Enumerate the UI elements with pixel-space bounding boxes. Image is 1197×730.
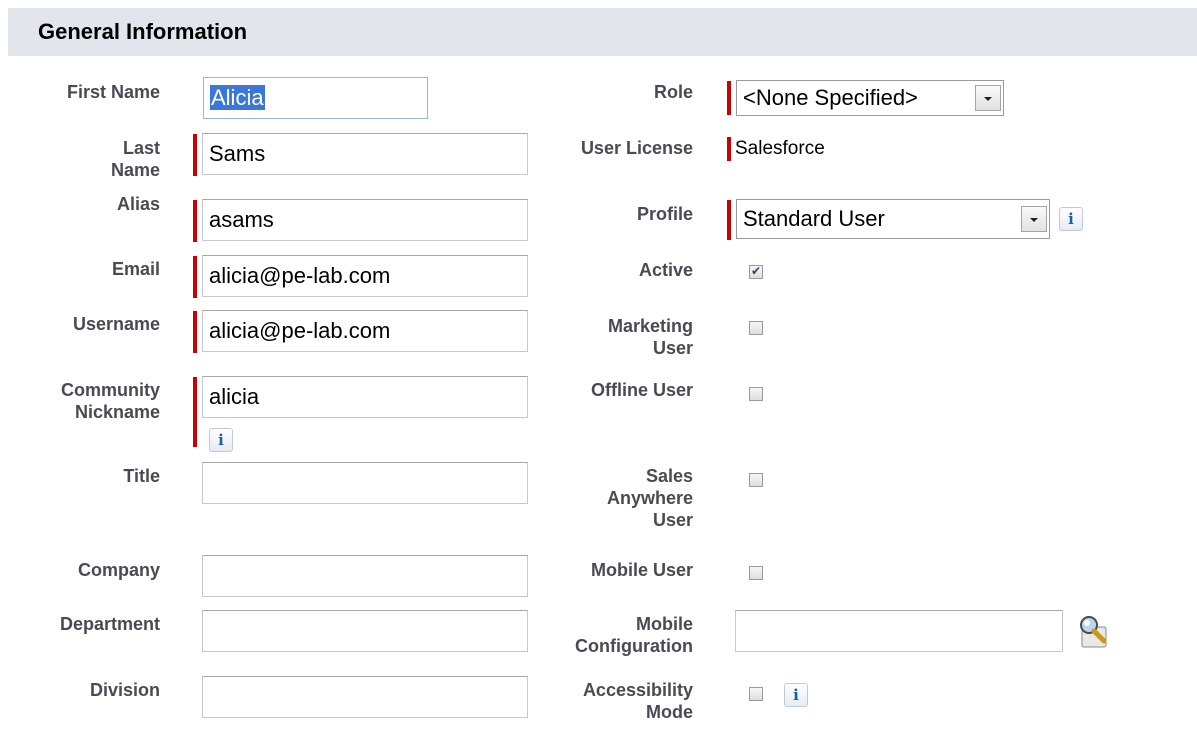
lookup-magnifier-icon[interactable] [1074,613,1114,649]
alias-input[interactable]: asams [202,199,528,241]
profile-select[interactable]: Standard User [736,199,1050,239]
sales-anywhere-user-label-line1: Sales [645,466,693,486]
required-indicator [193,377,197,447]
mobile-user-checkbox[interactable] [749,566,763,580]
sales-anywhere-user-label-line3: User [652,510,693,530]
username-input[interactable]: alicia@pe-lab.com [202,310,528,352]
username-label: Username [72,314,160,334]
community-nickname-input[interactable]: alicia [202,376,528,418]
active-label: Active [638,260,693,280]
first-name-input[interactable]: Alicia [203,77,428,119]
active-checkbox[interactable] [749,264,763,279]
marketing-user-label-line2: User [652,338,693,358]
sales-anywhere-user-label-line2: Anywhere [606,488,693,508]
sales-anywhere-user-label: Sales Anywhere User [607,465,693,531]
community-nickname-label-line2: Nickname [74,402,160,422]
marketing-user-label-line1: Marketing [607,316,693,336]
required-indicator [193,134,197,176]
community-nickname-label-line1: Community [61,380,160,400]
last-name-label-line1: Last [122,138,160,158]
offline-user-checkbox[interactable] [749,387,763,401]
profile-select-value: Standard User [743,206,885,231]
section-title: General Information [38,19,248,44]
mobile-configuration-label-line2: Configuration [575,636,693,656]
department-label: Department [59,614,160,634]
title-input[interactable] [202,462,528,504]
offline-user-label: Offline User [590,380,693,400]
email-label: Email [111,259,160,279]
company-label: Company [77,560,160,580]
required-indicator [193,311,197,353]
chevron-down-icon[interactable] [975,85,1001,111]
user-license-label: User License [580,138,693,158]
required-indicator [193,256,197,298]
first-name-value: Alicia [210,85,265,110]
mobile-user-label: Mobile User [590,560,693,580]
division-input[interactable] [202,676,528,718]
alias-label: Alias [116,194,160,214]
chevron-down-icon[interactable] [1021,206,1047,232]
department-input[interactable] [202,610,528,652]
mobile-configuration-label-line1: Mobile [636,614,693,634]
mobile-configuration-input[interactable] [735,610,1063,652]
info-icon[interactable]: i [1059,207,1083,231]
required-indicator [727,81,731,115]
accessibility-mode-checkbox[interactable] [749,687,763,701]
last-name-input[interactable]: Sams [202,133,528,175]
section-header: General Information [8,8,1197,56]
marketing-user-label: Marketing User [608,315,693,359]
company-input[interactable] [202,555,528,597]
email-input[interactable]: alicia@pe-lab.com [202,255,528,297]
title-label: Title [123,466,160,486]
info-icon[interactable]: i [209,428,233,452]
accessibility-mode-label-line1: Accessibility [582,680,693,700]
info-icon[interactable]: i [784,683,808,707]
division-label: Division [89,680,160,700]
last-name-label-line2: Name [110,160,160,180]
required-indicator [193,200,197,242]
accessibility-mode-label: Accessibility Mode [583,679,693,723]
community-nickname-label: Community Nickname [61,379,160,423]
role-label: Role [653,82,693,102]
user-license-value: Salesforce [735,138,825,159]
required-indicator [727,137,731,161]
marketing-user-checkbox[interactable] [749,321,763,335]
profile-label: Profile [636,204,693,224]
sales-anywhere-user-checkbox[interactable] [749,473,763,487]
role-select[interactable]: <None Specified> [736,80,1004,116]
role-select-value: <None Specified> [743,85,918,110]
accessibility-mode-label-line2: Mode [646,702,693,722]
mobile-configuration-label: Mobile Configuration [575,613,693,657]
required-indicator [727,200,731,240]
last-name-label: Last Name [111,137,160,181]
first-name-label: First Name [66,82,160,102]
